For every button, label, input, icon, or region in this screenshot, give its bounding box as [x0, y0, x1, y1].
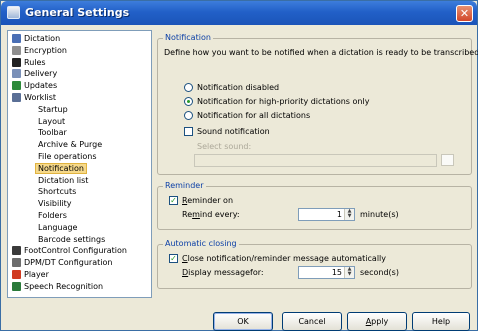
tree-item-label: Layout: [38, 116, 66, 126]
tree-item-label: Worklist: [24, 93, 57, 102]
tree-item-label: DPM/DT Configuration: [24, 258, 113, 268]
tree-item-label: Encryption: [24, 45, 67, 55]
display-message-input[interactable]: 15 ▲ ▼: [298, 266, 355, 279]
speech-recognition-icon: [12, 281, 21, 291]
display-message-value: 15: [331, 268, 342, 277]
tree-item-rules[interactable]: Rules: [12, 57, 46, 68]
tree-item-layout[interactable]: Layout: [38, 116, 65, 127]
worklist-icon: [12, 93, 21, 102]
notification-description: Define how you want to be notified when …: [164, 48, 478, 57]
tree-item-shortcuts[interactable]: Shortcuts: [38, 186, 76, 197]
browse-sound-button[interactable]: [441, 154, 454, 166]
encryption-icon: [12, 45, 21, 55]
remind-every-unit: minute(s): [360, 210, 399, 219]
dpm-icon: [12, 258, 21, 268]
tree-item-barcode-settings[interactable]: Barcode settings: [38, 234, 105, 245]
display-message-spinner[interactable]: ▲ ▼: [344, 267, 354, 278]
remind-every-value: 1: [336, 210, 342, 219]
close-automatically-label: Close notification/reminder message auto…: [182, 254, 387, 263]
radio-notification-high-priority-label: Notification for high-priority dictation…: [197, 97, 370, 106]
tree-item-encryption[interactable]: Encryption: [12, 45, 67, 56]
display-message-label: Display messagefor:: [182, 268, 264, 277]
tree-item-footcontrol-configuration[interactable]: FootControl Configuration: [12, 245, 127, 256]
apply-button[interactable]: Apply: [347, 312, 407, 331]
tree-item-toolbar[interactable]: Toolbar: [38, 127, 67, 138]
tree-item-label: Dictation list: [38, 175, 89, 185]
delivery-icon: [12, 69, 21, 79]
tree-item-label: Barcode settings: [38, 234, 106, 244]
tree-item-file-operations[interactable]: File operations: [38, 151, 97, 162]
display-message-unit: second(s): [360, 268, 399, 277]
reminder-on-label: Reminder on: [182, 196, 234, 205]
tree-item-player[interactable]: Player: [12, 269, 49, 280]
reminder-group: Reminder ✓ Reminder on Remind every: 1 ▲…: [157, 181, 472, 230]
tree-item-label: Updates: [24, 81, 58, 91]
tree-item-label: Archive & Purge: [38, 140, 103, 150]
tree-item-speech-recognition[interactable]: Speech Recognition: [12, 281, 103, 292]
title-bar[interactable]: General Settings ✕: [1, 1, 477, 25]
radio-notification-high-priority[interactable]: [184, 97, 193, 106]
tree-item-worklist[interactable]: Worklist: [12, 92, 56, 103]
help-button[interactable]: Help: [412, 312, 470, 331]
sound-notification-label: Sound notification: [197, 127, 270, 136]
tree-item-label: Folders: [38, 211, 67, 220]
sound-path-field[interactable]: [194, 154, 437, 167]
tree-item-folders[interactable]: Folders: [38, 210, 67, 221]
tree-item-updates[interactable]: Updates: [12, 80, 57, 91]
dictation-icon: [12, 34, 21, 43]
tree-item-label: Shortcuts: [38, 187, 77, 197]
tree-item-label: Dictation: [24, 34, 61, 43]
tree-item-delivery[interactable]: Delivery: [12, 68, 57, 79]
settings-tree[interactable]: Dictation Encryption Rules Delivery Updates W…: [7, 30, 152, 298]
automatic-closing-legend: Automatic closing: [163, 239, 239, 248]
select-sound-label: Select sound:: [197, 142, 252, 151]
tree-item-dpm-dt-configuration[interactable]: DPM/DT Configuration: [12, 257, 112, 268]
remind-every-spinner[interactable]: ▲ ▼: [344, 209, 354, 220]
tree-item-label: Rules: [24, 57, 46, 67]
player-icon: [12, 270, 21, 279]
tree-item-label: FootControl Configuration: [24, 246, 127, 256]
cancel-button[interactable]: Cancel: [282, 312, 342, 331]
tree-item-label: Speech Recognition: [24, 281, 104, 291]
rules-icon: [12, 57, 21, 67]
reminder-legend: Reminder: [163, 181, 206, 190]
tree-item-dictation[interactable]: Dictation: [12, 33, 60, 44]
radio-notification-all-label: Notification for all dictations: [197, 111, 311, 120]
notification-legend: Notification: [163, 33, 213, 42]
tree-item-label: Language: [38, 222, 78, 232]
footcontrol-icon: [12, 246, 21, 256]
sound-notification-checkbox[interactable]: [184, 127, 193, 136]
app-icon: [7, 6, 20, 19]
tree-item-label: Notification: [35, 162, 87, 174]
tree-item-label: Player: [24, 270, 49, 279]
automatic-closing-group: Automatic closing ✓ Close notification/r…: [157, 239, 472, 289]
tree-item-label: Startup: [38, 104, 68, 114]
tree-item-visibility[interactable]: Visibility: [38, 198, 72, 209]
radio-notification-disabled-label: Notification disabled: [197, 83, 280, 92]
tree-item-label: Visibility: [38, 199, 72, 209]
remind-every-input[interactable]: 1 ▲ ▼: [298, 208, 355, 221]
tree-item-language[interactable]: Language: [38, 222, 77, 233]
close-button[interactable]: ✕: [456, 5, 473, 22]
radio-notification-disabled[interactable]: [184, 83, 193, 92]
tree-item-archive-purge[interactable]: Archive & Purge: [38, 139, 102, 150]
ok-button[interactable]: OK: [213, 312, 273, 331]
tree-item-label: Delivery: [24, 69, 58, 79]
radio-notification-all[interactable]: [184, 111, 193, 120]
close-automatically-checkbox[interactable]: ✓: [169, 254, 178, 263]
reminder-on-checkbox[interactable]: ✓: [169, 196, 178, 205]
tree-item-label: File operations: [38, 152, 97, 161]
settings-window: General Settings ✕ Dictation Encryption Ru…: [0, 0, 478, 331]
updates-icon: [12, 81, 21, 91]
window-title: General Settings: [25, 6, 130, 19]
notification-group: Notification Define how you want to be n…: [157, 33, 478, 175]
tree-item-dictation-list[interactable]: Dictation list: [38, 175, 88, 186]
tree-item-label: Toolbar: [38, 128, 67, 138]
tree-item-startup[interactable]: Startup: [38, 104, 68, 115]
tree-item-notification[interactable]: Notification: [35, 162, 87, 174]
remind-every-label: Remind every:: [182, 210, 240, 219]
